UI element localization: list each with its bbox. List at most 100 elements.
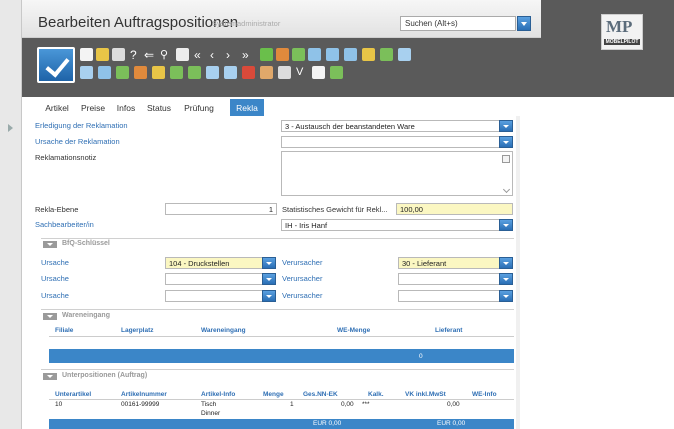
tab-pruefung[interactable]: Prüfung (178, 99, 220, 116)
col-filiale[interactable]: Filiale (55, 327, 73, 334)
bfq-verursacher-select-1[interactable]: 30 - Lieferant (398, 257, 500, 269)
ebene-input[interactable]: 1 (165, 203, 277, 215)
print-icon[interactable] (176, 48, 189, 61)
printer-icon[interactable] (278, 66, 291, 79)
search-input[interactable]: Suchen (Alt+s) (400, 16, 516, 31)
users-icon[interactable] (260, 48, 273, 61)
delivery-icon[interactable] (134, 66, 147, 79)
expand-arrow-icon[interactable] (8, 124, 13, 132)
unterpositionen-section-header[interactable]: Unterpositionen (Auftrag) (41, 372, 514, 382)
edit-icon[interactable] (502, 155, 510, 163)
gewicht-input[interactable]: 100,00 (396, 203, 513, 215)
transfer-icon[interactable] (308, 48, 321, 61)
back-arrow-icon[interactable]: ⇐ (144, 48, 157, 62)
tab-infos[interactable]: Infos (112, 99, 140, 116)
col-we-info[interactable]: WE-Info (472, 391, 497, 398)
document-edit-icon[interactable] (380, 48, 393, 61)
sum-nn-ek: EUR 0,00 (313, 420, 342, 427)
filter-v-icon[interactable]: V (296, 66, 309, 79)
logo-mark: MP (606, 17, 633, 36)
grid-icon[interactable] (330, 66, 343, 79)
toolbar-row-1: ? ⇐ ⚲ « ‹ › » (80, 48, 540, 64)
col-lieferant[interactable]: Lieferant (435, 327, 462, 334)
document-copy-icon[interactable] (188, 66, 201, 79)
previous-record-icon[interactable]: ‹ (210, 48, 223, 62)
bfq-ursache-select-3[interactable] (165, 290, 263, 302)
document-list-icon[interactable] (80, 66, 93, 79)
document-check-icon[interactable] (116, 66, 129, 79)
transfer-back-icon[interactable] (326, 48, 339, 61)
first-record-icon[interactable]: « (194, 48, 207, 62)
notiz-textarea[interactable] (281, 151, 513, 196)
tab-status[interactable]: Status (142, 99, 176, 116)
we-menge-sum: 0 (419, 353, 423, 360)
tools-icon[interactable] (276, 48, 289, 61)
document-plus-icon[interactable] (170, 66, 183, 79)
bfq-ursache-select-1[interactable]: 104 - Druckstellen (165, 257, 263, 269)
sachbearbeiter-dropdown-button[interactable] (499, 219, 513, 231)
col-artikel-info[interactable]: Artikel-Info (201, 391, 235, 398)
tag-icon[interactable] (152, 66, 165, 79)
wareneingang-sum-bar: 0 (49, 349, 514, 363)
col-wareneingang[interactable]: Wareneingang (201, 327, 246, 334)
wareneingang-section-header[interactable]: Wareneingang (41, 312, 514, 322)
bfq-verursacher-dropdown-2[interactable] (499, 273, 513, 285)
search-dropdown-button[interactable] (517, 16, 531, 31)
left-gutter[interactable] (0, 0, 22, 429)
col-artikelnummer[interactable]: Artikelnummer (121, 391, 167, 398)
col-unterartikel[interactable]: Unterartikel (55, 391, 91, 398)
vertical-scrollbar[interactable] (516, 116, 520, 429)
col-kalk[interactable]: Kalk. (368, 391, 384, 398)
bfq-ursache-dropdown-3[interactable] (262, 290, 276, 302)
collapse-arrow-icon[interactable] (43, 313, 57, 320)
new-document-icon[interactable] (80, 48, 93, 61)
bfq-verursacher-dropdown-3[interactable] (499, 290, 513, 302)
erledigung-dropdown-button[interactable] (499, 120, 513, 132)
collapse-arrow-icon[interactable] (43, 373, 57, 380)
collapse-arrow-icon[interactable] (43, 241, 57, 248)
move-icon[interactable] (98, 66, 111, 79)
folder-icon[interactable] (362, 48, 375, 61)
col-ges-nn-ek[interactable]: Ges.NN-EK (303, 391, 338, 398)
tab-preise[interactable]: Preise (76, 99, 110, 116)
bfq-ursache-dropdown-2[interactable] (262, 273, 276, 285)
col-menge[interactable]: Menge (263, 391, 284, 398)
truck-icon[interactable] (344, 48, 357, 61)
table-row[interactable] (49, 336, 514, 349)
table-row[interactable] (49, 399, 514, 419)
flag-icon[interactable] (96, 48, 109, 61)
bfq-verursacher-dropdown-1[interactable] (499, 257, 513, 269)
help-icon[interactable]: ? (130, 48, 143, 62)
bfq-ursache-select-2[interactable] (165, 273, 263, 285)
palette-icon[interactable] (260, 66, 273, 79)
ursache-select[interactable] (281, 136, 500, 148)
ursache-dropdown-button[interactable] (499, 136, 513, 148)
delete-icon[interactable] (112, 48, 125, 61)
cell-artikel-info-2: Dinner (201, 410, 221, 417)
document-pen-icon[interactable] (312, 66, 325, 79)
col-we-menge[interactable]: WE-Menge (337, 327, 370, 334)
document-green-icon[interactable] (292, 48, 305, 61)
last-record-icon[interactable]: » (242, 48, 255, 62)
bfq-section-header[interactable]: BfQ-Schlüssel (41, 240, 514, 250)
ursache-label: Ursache der Reklamation (35, 137, 120, 146)
col-lagerplatz[interactable]: Lagerplatz (121, 327, 154, 334)
document-blue-icon[interactable] (398, 48, 411, 61)
erledigung-select[interactable]: 3 - Austausch der beanstandeten Ware (281, 120, 500, 132)
tab-artikel[interactable]: Artikel (40, 99, 74, 116)
bfq-verursacher-select-2[interactable] (398, 273, 500, 285)
document-arrow-icon[interactable] (224, 66, 237, 79)
col-vk-inkl-mwst[interactable]: VK inkl.MwSt (405, 391, 446, 398)
bfq-ursache-dropdown-1[interactable] (262, 257, 276, 269)
logo-text: MÖBELPILOT (604, 39, 640, 45)
tab-rekla[interactable]: Rekla (230, 99, 264, 116)
zoom-icon[interactable]: ⚲ (160, 48, 173, 61)
save-checkmark-icon[interactable] (37, 47, 75, 83)
swiss-flag-icon[interactable] (242, 66, 255, 79)
sachbearbeiter-select[interactable]: IH - Iris Hanf (281, 219, 500, 231)
bfq-verursacher-select-3[interactable] (398, 290, 500, 302)
chart-document-icon[interactable] (206, 66, 219, 79)
next-record-icon[interactable]: › (226, 48, 239, 62)
section-divider (41, 309, 514, 310)
scroll-down-icon[interactable] (502, 185, 511, 194)
